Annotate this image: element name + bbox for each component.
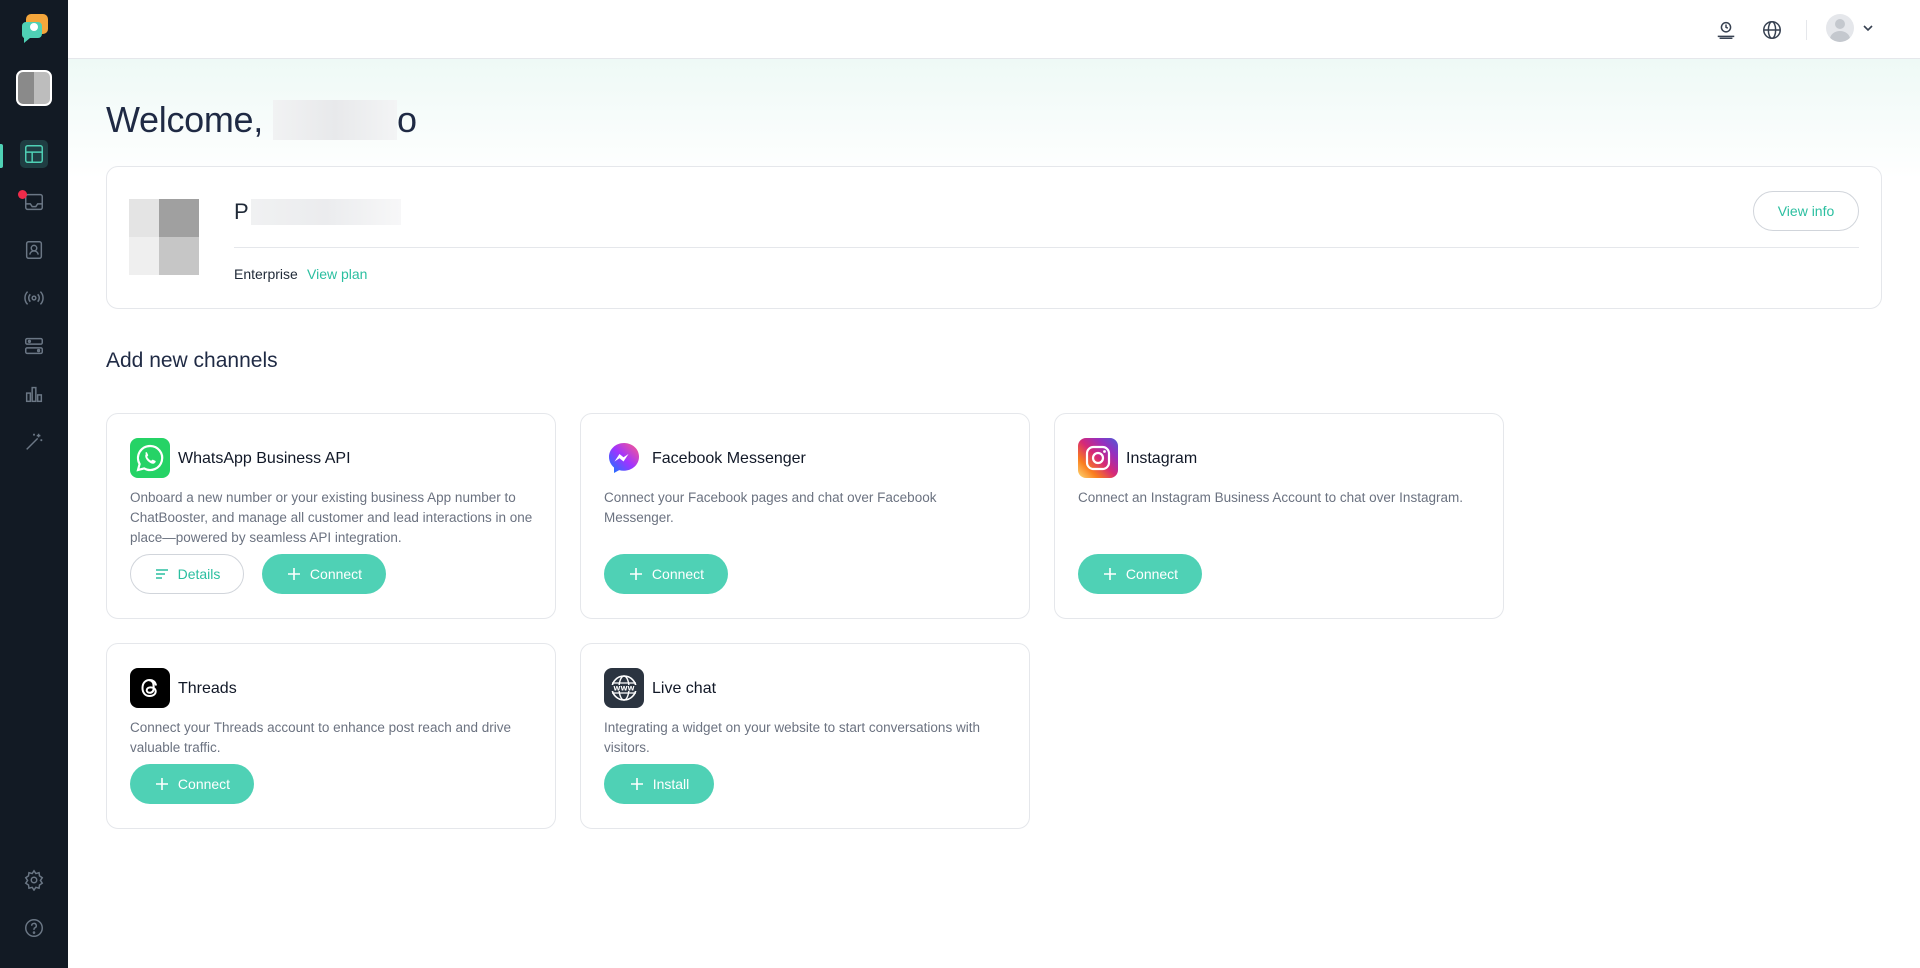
sidebar-item-inbox[interactable] (0, 178, 68, 226)
account-name-initial: P (234, 199, 249, 224)
sidebar-item-analytics[interactable] (0, 370, 68, 418)
account-name: P (234, 199, 401, 225)
globe-icon[interactable] (1760, 18, 1784, 42)
channel-card-messenger: Facebook Messenger Connect your Facebook… (580, 413, 1030, 619)
connect-button-whatsapp[interactable]: Connect (262, 554, 386, 594)
sidebar (0, 0, 68, 968)
channel-title: WhatsApp Business API (178, 450, 351, 467)
channel-description: Onboard a new number or your existing bu… (130, 490, 533, 545)
channel-title: Live chat (652, 680, 717, 697)
notification-dot (18, 190, 27, 199)
whatsapp-icon (130, 438, 170, 478)
help-icon (22, 916, 46, 940)
channel-description: Integrating a widget on your website to … (604, 720, 980, 755)
plus-icon (287, 568, 300, 580)
account-divider (234, 247, 1859, 248)
app-logo-icon[interactable] (18, 12, 50, 44)
sidebar-item-dashboard[interactable] (0, 130, 68, 178)
plus-icon (1103, 568, 1116, 580)
contacts-icon (22, 238, 46, 262)
view-info-button[interactable]: View info (1753, 191, 1859, 231)
plus-icon (629, 568, 642, 580)
view-plan-link[interactable]: View plan (307, 266, 367, 282)
account-card: P Enterprise View plan View info (106, 166, 1882, 309)
welcome-suffix: o (396, 99, 417, 140)
main-content: Welcome, o P Enterprise View plan View i… (68, 59, 1920, 968)
broadcast-icon (22, 286, 46, 310)
channel-title: Threads (178, 680, 237, 697)
channel-card-instagram: Instagram Connect an Instagram Business … (1054, 413, 1504, 619)
sidebar-bottom (0, 856, 68, 952)
sidebar-item-settings[interactable] (0, 856, 68, 904)
connect-button-threads[interactable]: Connect (130, 764, 254, 804)
dashboard-icon (20, 140, 48, 168)
user-status-icon[interactable] (1714, 18, 1738, 42)
channel-description: Connect your Threads account to enhance … (130, 720, 511, 755)
connect-button-messenger[interactable]: Connect (604, 554, 728, 594)
svg-text:WWW: WWW (613, 684, 634, 692)
plus-icon (155, 778, 168, 790)
connect-label: Connect (1125, 566, 1179, 582)
www-globe-icon: WWW (604, 668, 644, 708)
channel-card-live-chat: WWW Live chat Integrating a widget on yo… (580, 643, 1030, 829)
details-label: Details (177, 566, 221, 582)
account-logo (129, 199, 199, 275)
connect-button-instagram[interactable]: Connect (1078, 554, 1202, 594)
channel-card-whatsapp: WhatsApp Business API Onboard a new numb… (106, 413, 556, 619)
automation-icon (22, 334, 46, 358)
sidebar-item-help[interactable] (0, 904, 68, 952)
welcome-prefix: Welcome, (106, 99, 263, 140)
threads-icon (130, 668, 170, 708)
channel-title: Facebook Messenger (652, 450, 806, 467)
install-label: Install (652, 776, 690, 792)
install-button-live-chat[interactable]: Install (604, 764, 714, 804)
redacted-username (272, 100, 397, 140)
chevron-down-icon[interactable] (1860, 20, 1876, 36)
redacted-account-name (250, 199, 401, 225)
plus-icon (630, 778, 643, 790)
channel-description: Connect your Facebook pages and chat ove… (604, 490, 937, 525)
sidebar-item-automation[interactable] (0, 322, 68, 370)
messenger-icon (604, 438, 644, 478)
connect-label: Connect (651, 566, 705, 582)
user-avatar[interactable] (1826, 14, 1854, 42)
channel-card-threads: Threads Connect your Threads account to … (106, 643, 556, 829)
connect-label: Connect (177, 776, 231, 792)
gear-icon (22, 868, 46, 892)
sidebar-item-ai-tools[interactable] (0, 418, 68, 466)
page-title: Welcome, o (106, 99, 417, 141)
connect-label: Connect (309, 566, 363, 582)
organization-avatar[interactable] (16, 70, 52, 106)
instagram-icon (1078, 438, 1118, 478)
magic-wand-icon (22, 430, 46, 454)
channel-title: Instagram (1126, 450, 1198, 467)
sidebar-nav (0, 130, 68, 466)
list-icon (155, 569, 168, 579)
top-bar (68, 0, 1920, 59)
plan-label: Enterprise (234, 266, 298, 282)
details-button[interactable]: Details (130, 554, 244, 594)
topbar-divider (1806, 20, 1807, 40)
sidebar-item-contacts[interactable] (0, 226, 68, 274)
sidebar-item-broadcast[interactable] (0, 274, 68, 322)
bar-chart-icon (22, 382, 46, 406)
section-title: Add new channels (106, 349, 278, 372)
channel-description: Connect an Instagram Business Account to… (1078, 490, 1463, 505)
